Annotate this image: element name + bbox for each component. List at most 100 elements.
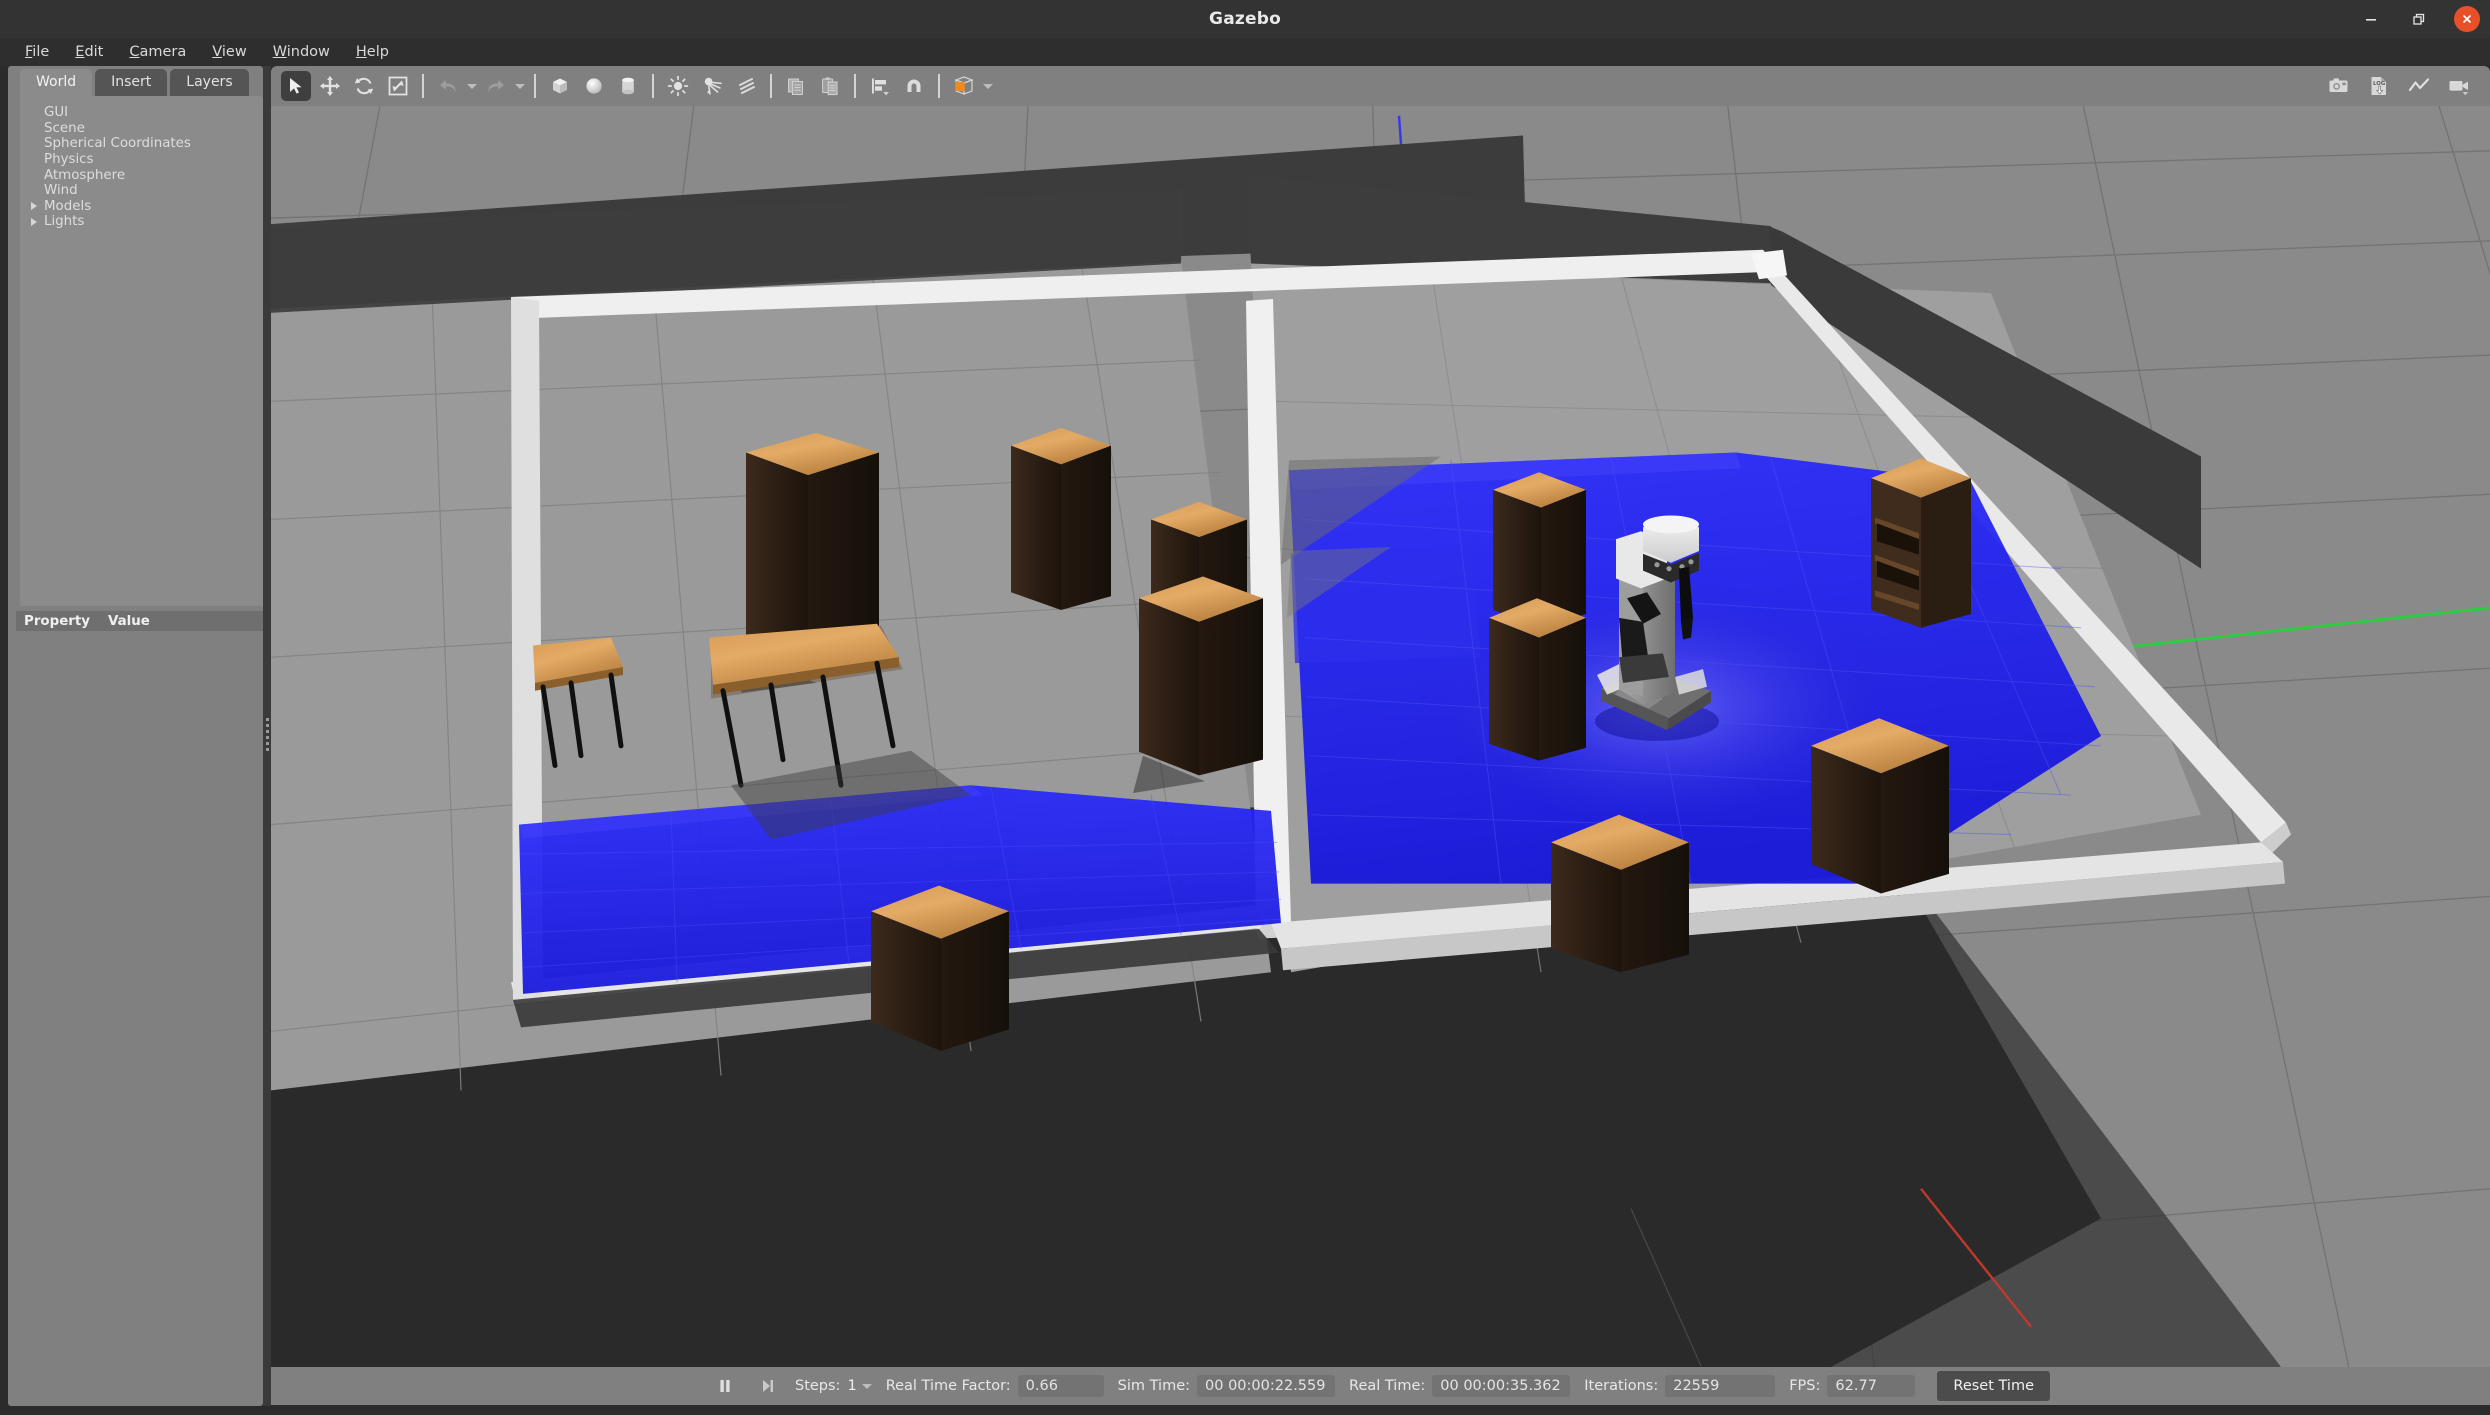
menu-window[interactable]: Window <box>260 41 343 63</box>
menu-camera-label: amera <box>140 44 187 60</box>
toolbar-separator <box>854 74 856 98</box>
tab-layers[interactable]: Layers <box>170 69 248 96</box>
expand-arrow-icon[interactable] <box>31 218 37 226</box>
insert-point-light-button[interactable] <box>663 71 693 101</box>
toolbar-separator <box>534 74 536 98</box>
snap-button[interactable] <box>899 71 929 101</box>
close-icon[interactable] <box>2454 6 2480 32</box>
tree-item-gui[interactable]: GUI <box>20 105 263 121</box>
cabinet-left-4 <box>1133 577 1263 794</box>
restore-icon[interactable] <box>2406 6 2432 32</box>
tree-item-label: Lights <box>44 214 84 229</box>
log-record-button[interactable]: LOG <box>2364 71 2394 101</box>
tree-item-wind[interactable]: Wind <box>20 183 263 199</box>
left-dock-panel: World Insert Layers GUI Scene Spherical … <box>8 66 263 1406</box>
fps-label: FPS: <box>1789 1378 1820 1394</box>
sim-time-value: 00 00:00:22.559 <box>1197 1375 1335 1397</box>
tree-item-spherical-coordinates[interactable]: Spherical Coordinates <box>20 136 263 152</box>
steps-label: Steps: <box>795 1378 840 1394</box>
step-forward-button[interactable] <box>753 1372 781 1400</box>
tree-item-models[interactable]: Models <box>20 199 263 215</box>
window-controls <box>2358 0 2480 38</box>
translate-mode-button[interactable] <box>315 71 345 101</box>
undo-history-dropdown[interactable] <box>465 71 479 101</box>
sim-time-group: Sim Time: 00 00:00:22.559 <box>1104 1375 1335 1397</box>
property-column-header: Property <box>16 614 108 629</box>
cabinet-left-5 <box>871 886 1009 1051</box>
tab-insert[interactable]: Insert <box>95 69 167 96</box>
copy-button[interactable] <box>781 71 811 101</box>
menu-file-label: ile <box>32 44 49 60</box>
reset-time-button[interactable]: Reset Time <box>1937 1371 2050 1401</box>
iterations-group: Iterations: 22559 <box>1570 1375 1775 1397</box>
real-time-value: 00 00:00:35.362 <box>1432 1375 1570 1397</box>
insert-directional-light-button[interactable] <box>731 71 761 101</box>
cabinet-right-4 <box>1551 815 1689 973</box>
video-record-button[interactable] <box>2444 71 2474 101</box>
cabinet-right-2 <box>1489 598 1586 760</box>
select-mode-button[interactable] <box>281 71 311 101</box>
steps-dropdown-icon[interactable] <box>862 1384 872 1389</box>
cabinet-right-3 <box>1811 718 1949 893</box>
window-title: Gazebo <box>0 9 2490 29</box>
plotting-button[interactable] <box>2404 71 2434 101</box>
menu-window-label: indow <box>287 44 330 60</box>
tree-item-label: Spherical Coordinates <box>44 136 191 151</box>
redo-history-dropdown[interactable] <box>513 71 527 101</box>
undo-button[interactable] <box>433 71 463 101</box>
playback-controls <box>711 1372 781 1400</box>
world-tree: GUI Scene Spherical Coordinates Physics … <box>20 96 263 606</box>
menu-view-label: iew <box>222 44 247 60</box>
menu-camera[interactable]: Camera <box>116 41 199 63</box>
sim-time-label: Sim Time: <box>1118 1378 1190 1394</box>
menu-edit[interactable]: Edit <box>62 41 116 63</box>
tree-item-label: Physics <box>44 152 94 167</box>
chevron-down-icon <box>983 84 993 89</box>
3d-viewport[interactable] <box>271 106 2490 1367</box>
view-angle-button[interactable] <box>949 71 979 101</box>
menu-view[interactable]: View <box>199 41 259 63</box>
insert-spot-light-button[interactable] <box>697 71 727 101</box>
minimize-icon[interactable] <box>2358 6 2384 32</box>
tree-item-lights[interactable]: Lights <box>20 214 263 230</box>
shelf-right <box>1871 458 1971 627</box>
toolbar-separator <box>938 74 940 98</box>
left-panel-tabbar: World Insert Layers <box>8 66 263 96</box>
chevron-down-icon <box>467 84 477 89</box>
insert-sphere-button[interactable] <box>579 71 609 101</box>
menu-help-label: elp <box>367 44 389 60</box>
real-time-factor-label: Real Time Factor: <box>886 1378 1011 1394</box>
align-button[interactable] <box>865 71 895 101</box>
paste-button[interactable] <box>815 71 845 101</box>
simulation-scene <box>271 106 2490 1367</box>
screenshot-button[interactable] <box>2324 71 2354 101</box>
insert-cylinder-button[interactable] <box>613 71 643 101</box>
property-table-header: Property Value <box>16 611 263 631</box>
tree-item-atmosphere[interactable]: Atmosphere <box>20 167 263 183</box>
fps-value: 62.77 <box>1827 1375 1915 1397</box>
menu-help[interactable]: Help <box>343 41 402 63</box>
tree-item-label: Wind <box>44 183 78 198</box>
redo-button[interactable] <box>481 71 511 101</box>
menu-file[interactable]: File <box>12 41 62 63</box>
panel-splitter-handle[interactable] <box>263 66 271 1406</box>
tree-item-scene[interactable]: Scene <box>20 121 263 137</box>
steps-value: 1 <box>847 1378 856 1394</box>
toolbar-separator <box>770 74 772 98</box>
real-time-group: Real Time: 00 00:00:35.362 <box>1335 1375 1570 1397</box>
toolbar-right-group: LOG <box>2322 66 2476 106</box>
view-angle-dropdown[interactable] <box>981 71 995 101</box>
insert-box-button[interactable] <box>545 71 575 101</box>
expand-arrow-icon[interactable] <box>31 202 37 210</box>
real-time-label: Real Time: <box>1349 1378 1425 1394</box>
tab-world[interactable]: World <box>20 69 92 96</box>
tree-item-physics[interactable]: Physics <box>20 152 263 168</box>
scale-mode-button[interactable] <box>383 71 413 101</box>
rotate-mode-button[interactable] <box>349 71 379 101</box>
real-time-factor-value: 0.66 <box>1018 1375 1104 1397</box>
tree-item-label: Scene <box>44 121 85 136</box>
pause-button[interactable] <box>711 1372 739 1400</box>
tree-item-label: Models <box>44 199 91 214</box>
fps-group: FPS: 62.77 <box>1775 1375 1915 1397</box>
property-table-body <box>16 631 263 1400</box>
